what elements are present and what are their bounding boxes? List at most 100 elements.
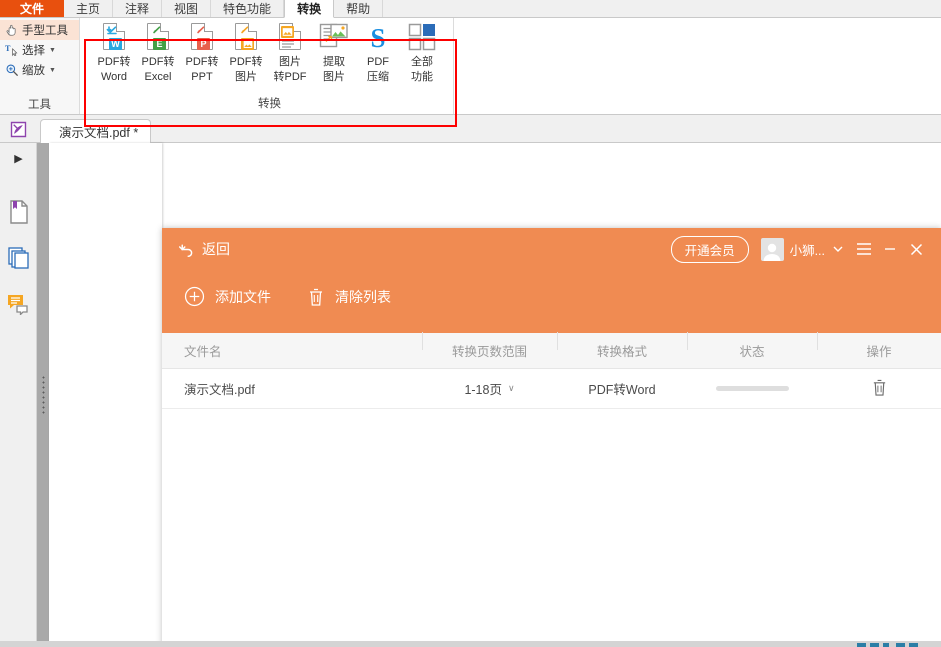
thumbnails-icon[interactable]: [0, 235, 37, 281]
ribbon-item-pdf-to-excel[interactable]: E PDF转 Excel: [136, 22, 180, 84]
menu-tab-help[interactable]: 帮助: [334, 0, 383, 17]
bookmark-page-icon[interactable]: [0, 189, 37, 235]
cell-page-range[interactable]: 1-18页 ∨: [422, 379, 557, 398]
trash-icon: [871, 378, 888, 397]
cell-status: [687, 386, 817, 391]
select-text-icon: T: [4, 43, 19, 58]
convert-dialog: 返回 开通会员 小狮...: [162, 228, 941, 647]
menu-tab-label: 特色功能: [223, 0, 271, 17]
tool-zoom[interactable]: 缩放 ▼: [0, 60, 79, 80]
ribbon-item-pdf-to-ppt[interactable]: P PDF转 PPT: [180, 22, 224, 84]
circle-plus-icon: [184, 286, 205, 307]
ribbon-item-pdf-to-image[interactable]: PDF转 图片: [224, 22, 268, 84]
document-tab[interactable]: 演示文档.pdf *: [40, 119, 151, 143]
minimize-icon[interactable]: [877, 236, 903, 262]
application-window: 文件 主页 注释 视图 特色功能 转换 帮助 手型工具 T 选择 ▼: [0, 0, 941, 647]
menu-tab-label: 主页: [76, 0, 100, 17]
ppt-badge: P: [197, 38, 210, 50]
menu-tab-view[interactable]: 视图: [162, 0, 211, 17]
splitter-grip-icon: [41, 375, 45, 415]
ribbon-item-label-2: 压缩: [367, 71, 389, 84]
ribbon-item-label-2: 图片: [323, 71, 345, 84]
ribbon-item-all-features[interactable]: 全部 功能: [400, 22, 444, 84]
ribbon-item-label-2: 功能: [411, 71, 433, 84]
ribbon-item-pdf-to-word[interactable]: W PDF转 Word: [92, 22, 136, 84]
menu-tab-label: 文件: [20, 0, 44, 17]
convert-ribbon-group: W PDF转 Word E PDF转 Excel: [86, 18, 454, 114]
back-button[interactable]: 返回: [178, 236, 230, 262]
chevron-down-icon[interactable]: ∨: [508, 383, 515, 394]
svg-text:S: S: [370, 23, 385, 52]
menu-bar: 文件 主页 注释 视图 特色功能 转换 帮助: [0, 0, 941, 18]
taskbar-segment: [909, 643, 918, 647]
dialog-header: 返回 开通会员 小狮...: [162, 228, 941, 333]
avatar[interactable]: [761, 238, 784, 261]
tool-select[interactable]: T 选择 ▼: [0, 40, 79, 60]
menu-tab-convert[interactable]: 转换: [284, 0, 334, 18]
pdf-to-word-icon: W: [98, 22, 130, 54]
ribbon-item-label-2: Excel: [145, 71, 172, 84]
panel-expand-arrow-icon[interactable]: ▶: [0, 143, 37, 173]
ribbon-item-label-1: PDF转: [142, 56, 175, 69]
table-row[interactable]: 演示文档.pdf 1-18页 ∨ PDF转Word: [162, 369, 941, 409]
column-header-format: 转换格式: [557, 341, 687, 360]
menu-tab-file[interactable]: 文件: [0, 0, 64, 17]
document-tab-strip: 演示文档.pdf *: [0, 115, 941, 143]
column-header-actions: 操作: [817, 341, 941, 360]
file-table-body: 演示文档.pdf 1-18页 ∨ PDF转Word: [162, 369, 941, 647]
extract-image-icon: [318, 22, 350, 54]
cell-format: PDF转Word: [557, 379, 687, 398]
tools-group: 手型工具 T 选择 ▼ 缩放 ▼ 工具: [0, 18, 80, 114]
menu-tab-label: 帮助: [346, 0, 370, 17]
delete-row-button[interactable]: [871, 378, 888, 400]
dialog-header-right: 开通会员 小狮...: [671, 234, 929, 264]
hand-icon: [4, 23, 19, 38]
chevron-down-icon[interactable]: ▼: [49, 47, 56, 54]
ribbon-item-label-2: Word: [101, 71, 127, 84]
column-header-filename: 文件名: [162, 341, 422, 360]
column-header-page-range: 转换页数范围: [422, 341, 557, 360]
clear-list-button[interactable]: 清除列表: [307, 287, 391, 307]
vip-label: 开通会员: [685, 244, 735, 258]
trash-icon: [307, 287, 325, 307]
ribbon-group-label: 转换: [86, 95, 453, 111]
close-icon[interactable]: [903, 236, 929, 262]
menu-tab-annotate[interactable]: 注释: [113, 0, 162, 17]
chevron-down-icon[interactable]: [825, 236, 851, 262]
ribbon-item-label-1: PDF: [367, 56, 389, 69]
vip-button[interactable]: 开通会员: [671, 236, 749, 263]
tool-hand[interactable]: 手型工具: [0, 20, 79, 40]
pdf-compress-icon: S: [362, 22, 394, 54]
progress-bar: [716, 386, 789, 391]
ribbon-item-image-to-pdf[interactable]: 图片 转PDF: [268, 22, 312, 84]
menu-tab-label: 注释: [125, 0, 149, 17]
tool-label: 手型工具: [22, 22, 68, 38]
ribbon-item-label-1: 全部: [411, 56, 433, 69]
ribbon-item-pdf-compress[interactable]: S PDF 压缩: [356, 22, 400, 84]
cell-actions: [817, 378, 941, 400]
panel-splitter[interactable]: [37, 143, 49, 647]
menu-tab-home[interactable]: 主页: [64, 0, 113, 17]
comments-icon[interactable]: [0, 281, 37, 327]
add-file-button[interactable]: 添加文件: [184, 286, 271, 307]
ribbon-item-label-1: 提取: [323, 56, 345, 69]
hamburger-menu-icon[interactable]: [851, 236, 877, 262]
ribbon-item-label-1: 图片: [279, 56, 301, 69]
pdf-to-ppt-icon: P: [186, 22, 218, 54]
taskbar-strip: [0, 641, 941, 647]
dialog-actions: 添加文件 清除列表: [184, 286, 391, 307]
excel-badge: E: [153, 38, 166, 50]
tools-group-label: 工具: [0, 96, 79, 112]
document-tab-title: 演示文档.pdf *: [59, 122, 138, 141]
menu-tab-features[interactable]: 特色功能: [211, 0, 284, 17]
main-area: 演示文档.pdf * ▶ 返回: [0, 115, 941, 647]
back-arrow-icon: [178, 241, 195, 258]
menu-tab-label: 转换: [297, 0, 321, 17]
ribbon-item-extract-image[interactable]: 提取 图片: [312, 22, 356, 84]
column-header-status: 状态: [687, 341, 817, 360]
word-badge: W: [109, 38, 122, 50]
clear-list-label: 清除列表: [335, 287, 391, 307]
cell-filename: 演示文档.pdf: [162, 379, 422, 398]
chevron-down-icon[interactable]: ▼: [49, 67, 56, 74]
ribbon-item-label-2: 图片: [235, 71, 257, 84]
